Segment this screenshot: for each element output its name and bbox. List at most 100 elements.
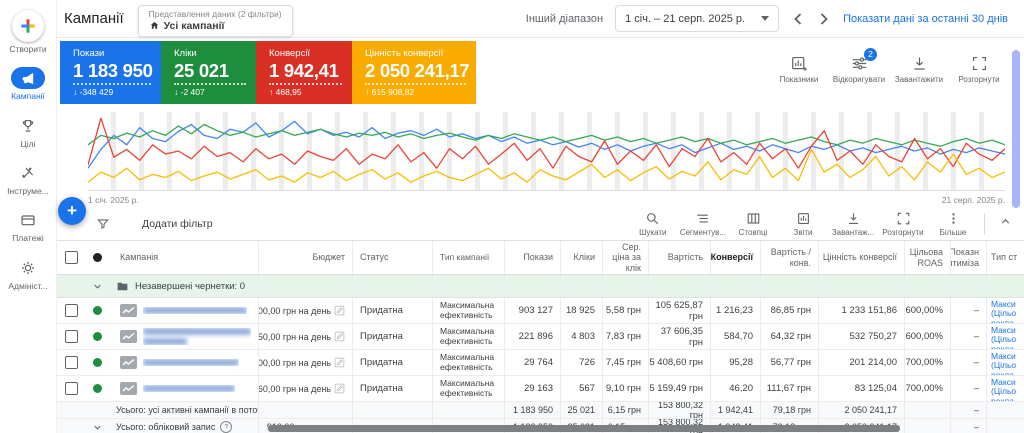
segment-button[interactable]: Сегментув... (680, 211, 726, 237)
tool-label: Розгорнути (882, 228, 924, 237)
download-button[interactable]: Завантажити (892, 55, 946, 84)
next-period-button[interactable] (817, 11, 831, 27)
campaign-name-redacted[interactable] (143, 385, 235, 392)
reports-button[interactable]: Звіти (780, 211, 826, 237)
status-enabled-dot[interactable] (92, 306, 102, 315)
tool-label: Розгорнути (958, 75, 1000, 84)
totals-cost: 153 800,32 грн (648, 402, 710, 418)
column-header-budget[interactable]: Бюджет (258, 241, 352, 274)
chevron-up-icon (999, 215, 1012, 228)
column-header-opt-score[interactable]: Показн оптиміза (950, 241, 986, 274)
search-button[interactable]: Шукати (630, 211, 676, 237)
campaign-name-redacted[interactable] (143, 359, 239, 366)
chevron-down-icon[interactable] (92, 422, 103, 433)
totals-conversions: 1 942,41 (710, 402, 760, 418)
scorecards: Покази 1 183 950 ↓ -348 429 Кліки 25 021… (60, 41, 476, 104)
column-header-avg-cpc[interactable]: Сер. ціна за клік (602, 241, 648, 274)
edit-budget-icon[interactable] (334, 383, 345, 394)
row-status-cell (86, 298, 108, 323)
date-range-selector[interactable]: 1 січ. – 21 серп. 2025 р. (615, 5, 780, 32)
column-header-cost[interactable]: Вартість (648, 241, 710, 274)
status-enabled-dot[interactable] (92, 358, 102, 367)
columns-button[interactable]: Стовпці (730, 211, 776, 237)
help-icon[interactable]: ? (220, 421, 233, 433)
column-header-status[interactable]: Статус (352, 241, 432, 274)
expand-button[interactable]: Розгорнути (952, 55, 1006, 84)
campaign-name-redacted[interactable] (143, 328, 251, 345)
create-button[interactable] (12, 10, 44, 42)
adjust-button[interactable]: 2 Відкоригувати (832, 48, 886, 84)
chevron-down-icon[interactable] (92, 281, 103, 292)
horizontal-scrollbar-thumb[interactable] (268, 425, 900, 432)
metrics-icon (772, 55, 826, 72)
scorecard-clicks[interactable]: Кліки 25 021 ↓ -2 407 (161, 41, 256, 104)
collapse-table-button[interactable] (993, 211, 1018, 228)
drafts-group-row[interactable]: Незавершені чернетки: 0 (56, 275, 1024, 298)
campaign-type: Максимальна ефективність (432, 350, 504, 375)
more-button[interactable]: Більше (930, 211, 976, 237)
budget-value: 260,00 грн на день (258, 383, 331, 394)
row-checkbox[interactable] (64, 304, 78, 317)
bid-strategy-link[interactable]: Макси (Цільо рекла (986, 298, 1024, 323)
bid-strategy-link[interactable]: Макси (Цільо рекла (986, 376, 1024, 401)
totals-label: Усього: усі активні кампанії в поточно..… (116, 405, 258, 415)
add-campaign-fab[interactable]: + (58, 197, 86, 225)
column-header-clicks[interactable]: Кліки (560, 241, 602, 274)
column-header-campaign[interactable]: Кампанія (108, 241, 258, 274)
totals-row: Усього: усі активні кампанії в поточно..… (56, 402, 1024, 419)
scorecard-conversion-value[interactable]: Цінність конверсії 2 050 241,17 ↑ 615 90… (352, 41, 476, 104)
edit-budget-icon[interactable] (334, 331, 345, 342)
sidebar-item-label: Інструме... (7, 186, 49, 197)
campaign-row: 100,00 грн на день Придатна Максимальна еф… (56, 350, 1024, 376)
add-filter-button[interactable]: Додати фільтр (142, 218, 213, 230)
reports-icon (780, 211, 826, 226)
metrics-button[interactable]: Показники (772, 55, 826, 84)
status-text: Придатна (352, 298, 432, 323)
scorecard-impressions[interactable]: Покази 1 183 950 ↓ -348 429 (60, 41, 161, 104)
megaphone-icon (21, 71, 36, 86)
expand-icon (880, 211, 926, 226)
top-bar: Кампанії Представлення даних (2 фільтри)… (56, 0, 1024, 38)
edit-budget-icon[interactable] (334, 305, 345, 316)
column-header-campaign-type[interactable]: Тип кампанії (432, 241, 504, 274)
status-enabled-dot[interactable] (92, 332, 102, 341)
column-header-conversions-sorted[interactable]: ↓ Конверсії (710, 241, 760, 274)
column-header-conv-value[interactable]: Цінність конверсії (818, 241, 904, 274)
vertical-scrollbar-thumb[interactable] (1012, 50, 1020, 208)
bid-strategy-link[interactable]: Макси (Цільо рекла (986, 324, 1024, 349)
filter-funnel-icon[interactable] (96, 217, 110, 231)
select-all-checkbox[interactable] (64, 251, 78, 264)
status-filter-dot[interactable] (92, 253, 102, 262)
column-header-target-roas[interactable]: Цільова ROAS (904, 241, 950, 274)
clicks-value: 18 925 (560, 298, 602, 323)
sidebar-item-billing[interactable]: Платежі (0, 209, 56, 243)
sidebar-item-admin[interactable]: Адмініст... (0, 257, 56, 291)
row-checkbox[interactable] (64, 382, 78, 395)
column-header-impressions[interactable]: Покази (504, 241, 560, 274)
table-download-button[interactable]: Завантаж... (830, 211, 876, 237)
row-checkbox[interactable] (64, 330, 78, 343)
status-enabled-dot[interactable] (92, 384, 102, 393)
table-expand-button[interactable]: Розгорнути (880, 211, 926, 237)
column-header-bid-type[interactable]: Тип ст (986, 241, 1024, 274)
target-roas-value: 600,00% (904, 298, 950, 323)
dotted-divider (365, 83, 466, 85)
edit-budget-icon[interactable] (334, 357, 345, 368)
sidebar-item-campaigns[interactable]: Кампанії (0, 67, 56, 101)
column-header-cost-per-conv[interactable]: Вартість / конв. (760, 241, 818, 274)
scorecard-delta: ↓ -348 429 (73, 87, 114, 97)
redacted-text-bar (143, 385, 235, 392)
row-checkbox[interactable] (64, 356, 78, 369)
campaign-name-redacted[interactable] (143, 307, 247, 314)
sidebar-item-tools[interactable]: Інструме... (0, 162, 56, 196)
performance-line-chart[interactable] (88, 112, 1005, 191)
sidebar-item-goals[interactable]: Цілі (0, 115, 56, 149)
totals-label-cell: Усього: обліковий запис? (108, 419, 258, 433)
previous-period-button[interactable] (791, 11, 805, 27)
scorecard-conversions[interactable]: Конверсії 1 942,41 ↑ 468,95 (256, 41, 352, 104)
bid-strategy-link[interactable]: Макси (Цільо рекла (986, 350, 1024, 375)
tool-label: Сегментув... (679, 228, 726, 237)
show-last-30-days-link[interactable]: Показати дані за останні 30 днів (843, 13, 1008, 25)
data-view-selector[interactable]: Представлення даних (2 фільтри) Усі камп… (137, 4, 293, 37)
totals-bid-type (986, 419, 1024, 433)
